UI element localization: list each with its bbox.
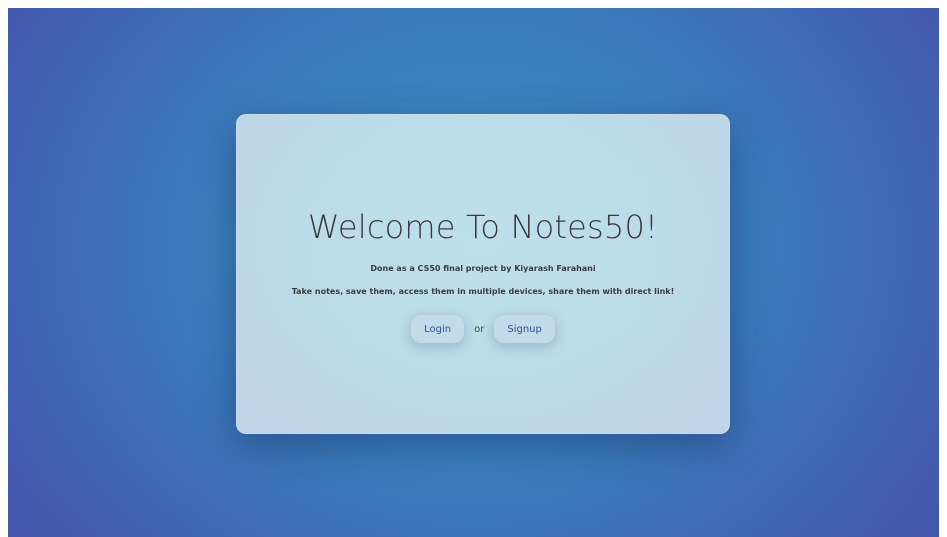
or-separator: or bbox=[474, 323, 485, 335]
welcome-card: Welcome To Notes50! Done as a CS50 final… bbox=[236, 114, 730, 434]
auth-actions: Login or Signup bbox=[236, 315, 730, 343]
project-credit: Done as a CS50 final project by Kiyarash… bbox=[370, 264, 596, 273]
login-button[interactable]: Login bbox=[411, 315, 465, 343]
page-title: Welcome To Notes50! bbox=[307, 208, 659, 246]
feature-tagline: Take notes, save them, access them in mu… bbox=[291, 287, 675, 296]
signup-button[interactable]: Signup bbox=[494, 315, 555, 343]
page-background: Welcome To Notes50! Done as a CS50 final… bbox=[8, 8, 939, 537]
